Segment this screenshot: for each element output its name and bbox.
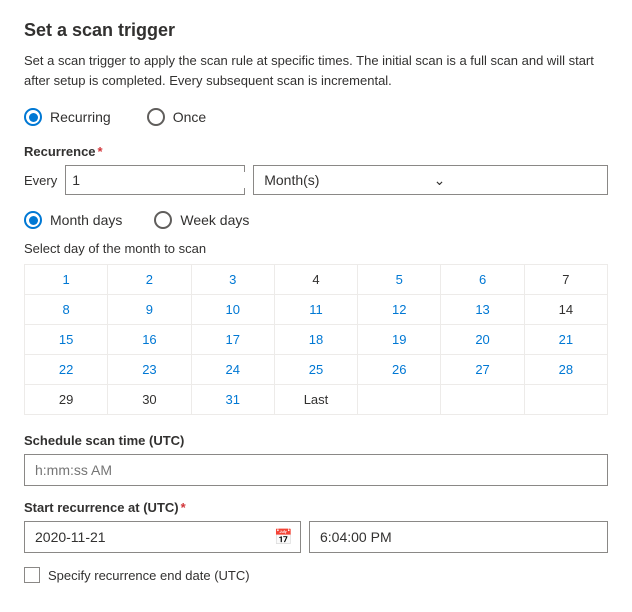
calendar-day-cell[interactable]: 8 bbox=[25, 295, 108, 325]
every-label: Every bbox=[24, 173, 57, 188]
calendar-day-cell[interactable]: 13 bbox=[441, 295, 524, 325]
calendar-day-cell bbox=[525, 385, 608, 415]
start-recurrence-section: Start recurrence at (UTC)* 📅 bbox=[24, 500, 608, 553]
calendar-day-cell bbox=[358, 385, 441, 415]
calendar-day-cell[interactable]: 18 bbox=[275, 325, 358, 355]
calendar-day-cell[interactable]: 25 bbox=[275, 355, 358, 385]
calendar-day-cell[interactable]: 16 bbox=[108, 325, 191, 355]
select-day-label: Select day of the month to scan bbox=[24, 241, 608, 256]
calendar-day-cell[interactable]: 7 bbox=[525, 265, 608, 295]
calendar-day-cell[interactable]: 6 bbox=[441, 265, 524, 295]
calendar-day-cell[interactable]: 10 bbox=[192, 295, 275, 325]
day-type-group: Month days Week days bbox=[24, 211, 608, 229]
calendar-day-cell[interactable]: 26 bbox=[358, 355, 441, 385]
once-radio[interactable] bbox=[147, 108, 165, 126]
once-option[interactable]: Once bbox=[147, 108, 206, 126]
week-days-option[interactable]: Week days bbox=[154, 211, 249, 229]
calendar-day-cell[interactable]: 23 bbox=[108, 355, 191, 385]
calendar-day-cell[interactable]: 24 bbox=[192, 355, 275, 385]
month-days-label: Month days bbox=[50, 212, 122, 228]
unit-value: Month(s) bbox=[264, 172, 427, 188]
calendar-day-cell[interactable]: 4 bbox=[275, 265, 358, 295]
start-recurrence-label: Start recurrence at (UTC)* bbox=[24, 500, 608, 515]
calendar-day-cell[interactable]: 2 bbox=[108, 265, 191, 295]
page-title: Set a scan trigger bbox=[24, 20, 608, 41]
schedule-section: Schedule scan time (UTC) bbox=[24, 433, 608, 486]
calendar-day-cell[interactable]: 28 bbox=[525, 355, 608, 385]
month-days-radio[interactable] bbox=[24, 211, 42, 229]
week-days-radio[interactable] bbox=[154, 211, 172, 229]
month-days-option[interactable]: Month days bbox=[24, 211, 122, 229]
recurrence-row: Every ▲ ▼ Month(s) ⌄ bbox=[24, 165, 608, 195]
end-date-label: Specify recurrence end date (UTC) bbox=[48, 568, 250, 583]
calendar-day-cell[interactable]: 27 bbox=[441, 355, 524, 385]
trigger-type-group: Recurring Once bbox=[24, 108, 608, 126]
start-recurrence-row: 📅 bbox=[24, 521, 608, 553]
date-input-wrapper: 📅 bbox=[24, 521, 301, 553]
calendar-day-cell[interactable]: 17 bbox=[192, 325, 275, 355]
schedule-label: Schedule scan time (UTC) bbox=[24, 433, 608, 448]
calendar-day-cell[interactable]: 9 bbox=[108, 295, 191, 325]
calendar-day-cell[interactable]: 5 bbox=[358, 265, 441, 295]
calendar-day-cell[interactable]: 30 bbox=[108, 385, 191, 415]
calendar-day-cell[interactable]: 15 bbox=[25, 325, 108, 355]
calendar-day-cell[interactable]: 12 bbox=[358, 295, 441, 325]
recurring-option[interactable]: Recurring bbox=[24, 108, 111, 126]
schedule-time-input[interactable] bbox=[24, 454, 608, 486]
calendar-day-cell[interactable]: 3 bbox=[192, 265, 275, 295]
calendar-day-cell[interactable]: Last bbox=[275, 385, 358, 415]
unit-select[interactable]: Month(s) ⌄ bbox=[253, 165, 608, 195]
calendar-day-cell[interactable]: 21 bbox=[525, 325, 608, 355]
every-value-input[interactable] bbox=[72, 172, 253, 188]
week-days-label: Week days bbox=[180, 212, 249, 228]
recurring-label: Recurring bbox=[50, 109, 111, 125]
calendar-day-cell[interactable]: 29 bbox=[25, 385, 108, 415]
chevron-down-icon: ⌄ bbox=[434, 172, 597, 189]
start-time-input[interactable] bbox=[309, 521, 608, 553]
calendar-day-cell bbox=[441, 385, 524, 415]
calendar-day-cell[interactable]: 20 bbox=[441, 325, 524, 355]
calendar-day-cell[interactable]: 19 bbox=[358, 325, 441, 355]
end-date-checkbox[interactable] bbox=[24, 567, 40, 583]
calendar-day-cell[interactable]: 22 bbox=[25, 355, 108, 385]
calendar-day-cell[interactable]: 11 bbox=[275, 295, 358, 325]
end-date-row: Specify recurrence end date (UTC) bbox=[24, 567, 608, 583]
required-indicator-2: * bbox=[181, 500, 186, 515]
calendar-day-cell[interactable]: 1 bbox=[25, 265, 108, 295]
recurrence-section: Recurrence* Every ▲ ▼ Month(s) ⌄ bbox=[24, 144, 608, 195]
page-description: Set a scan trigger to apply the scan rul… bbox=[24, 51, 608, 90]
once-label: Once bbox=[173, 109, 206, 125]
calendar-day-cell[interactable]: 31 bbox=[192, 385, 275, 415]
recurrence-label: Recurrence* bbox=[24, 144, 608, 159]
every-value-input-wrapper: ▲ ▼ bbox=[65, 165, 245, 195]
calendar-grid: 1234567891011121314151617181920212223242… bbox=[24, 264, 608, 415]
calendar-day-cell[interactable]: 14 bbox=[525, 295, 608, 325]
recurring-radio[interactable] bbox=[24, 108, 42, 126]
required-indicator: * bbox=[98, 144, 103, 159]
start-date-input[interactable] bbox=[24, 521, 301, 553]
